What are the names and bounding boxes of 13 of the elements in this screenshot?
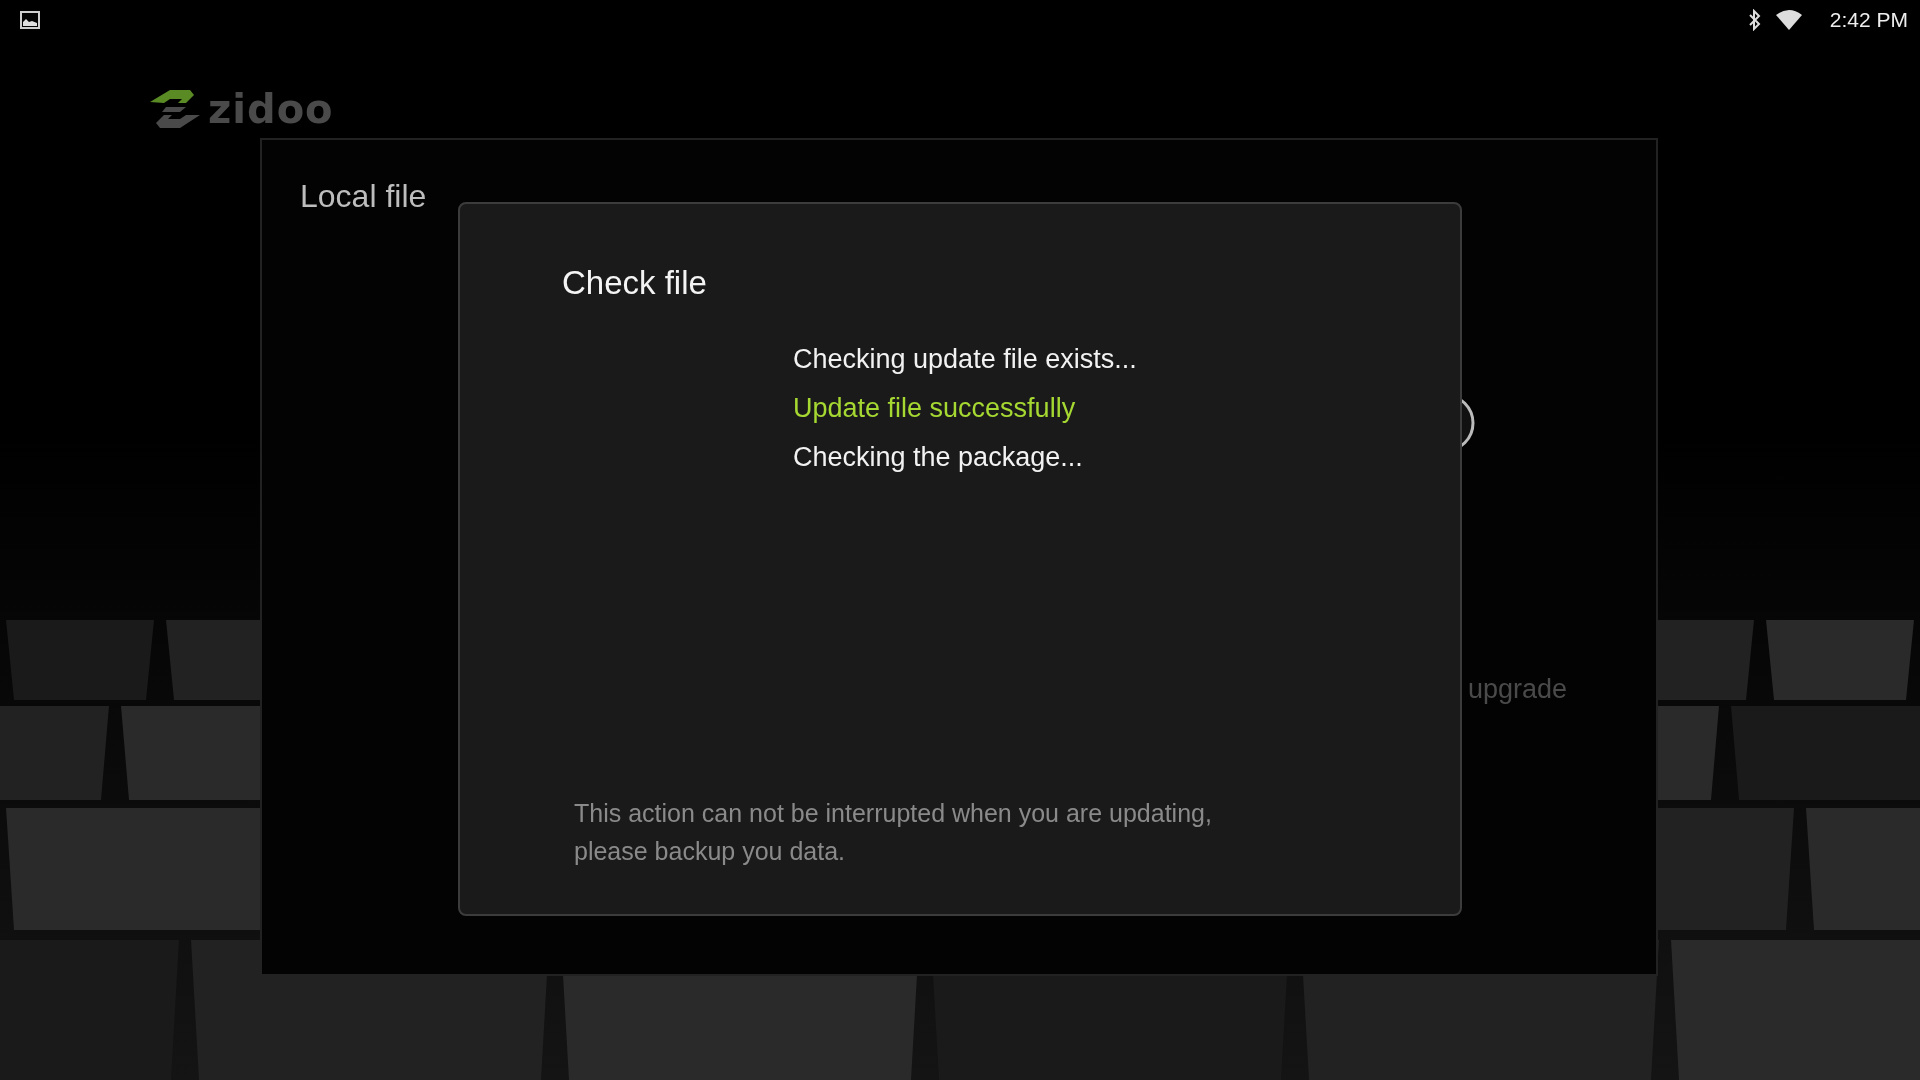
status-message: Checking the package...	[793, 441, 1084, 474]
image-icon	[20, 11, 40, 29]
logo-text: zidoo	[208, 89, 334, 129]
dialog-title: Check file	[562, 264, 708, 302]
upgrade-label: upgrade	[1468, 674, 1568, 705]
notice-text: This action can not be interrupted when you are updating, please backup you data.	[574, 798, 1213, 867]
status-message: Checking update file exists...	[793, 343, 1138, 376]
wifi-icon	[1775, 9, 1802, 31]
logo-icon	[150, 89, 202, 129]
clock: 2:42 PM	[1829, 8, 1908, 32]
panel-title: Local file	[300, 178, 427, 215]
status-message: Update file successfully	[793, 392, 1077, 425]
bluetooth-icon	[1747, 9, 1762, 31]
